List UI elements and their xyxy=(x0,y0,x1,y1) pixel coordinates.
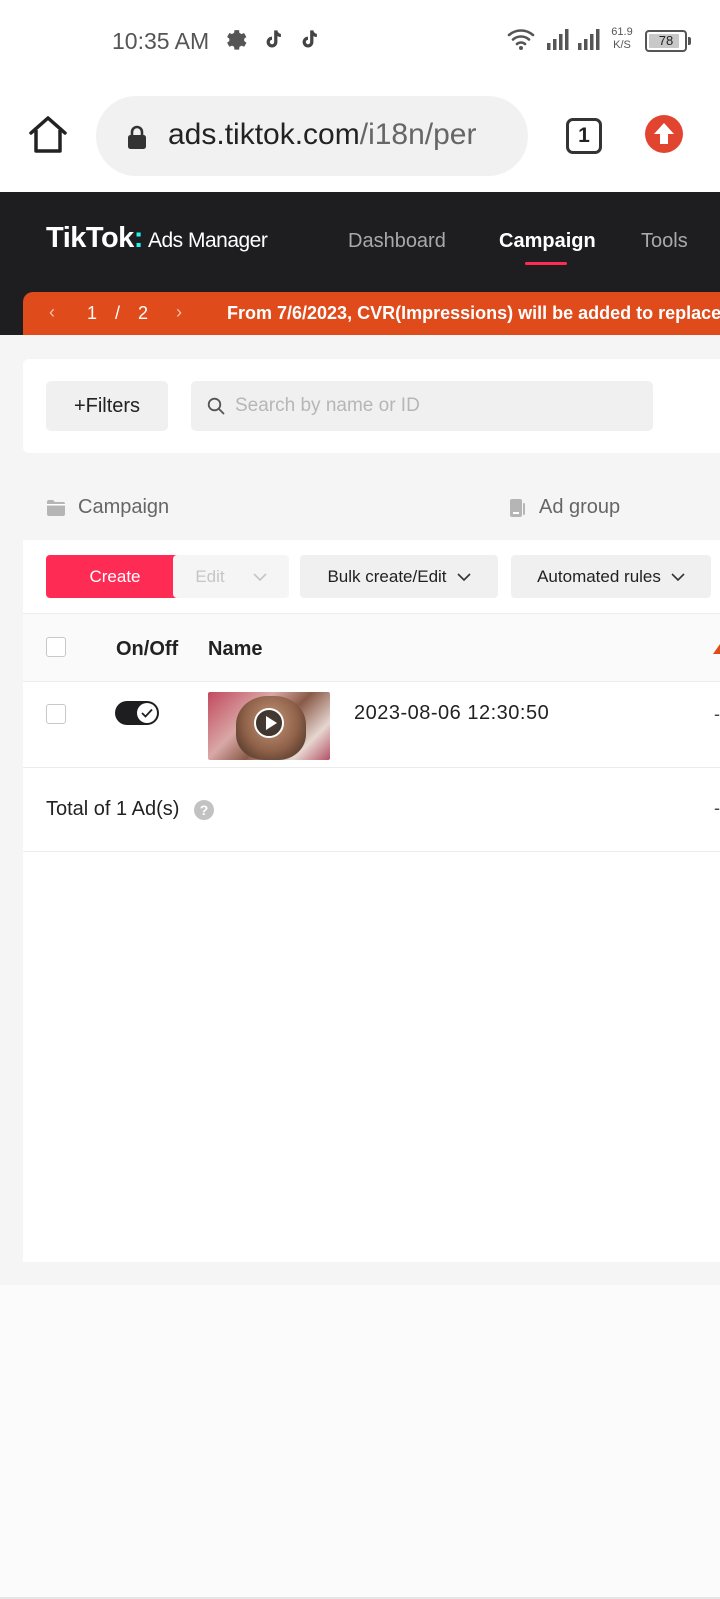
wifi-icon xyxy=(507,29,535,50)
battery-icon: 78 xyxy=(645,30,691,52)
column-on-off[interactable]: On/Off xyxy=(116,638,178,661)
browser-toolbar: ads.tiktok.com/i18n/per 1 xyxy=(0,82,720,192)
filter-bar: +Filters xyxy=(23,359,720,453)
column-name[interactable]: Name xyxy=(208,638,262,661)
url-text[interactable]: ads.tiktok.com/i18n/per xyxy=(168,118,476,152)
tab-switcher-button[interactable]: 1 xyxy=(566,118,602,154)
table-row[interactable]: 2023-08-06 12:30:50 - xyxy=(23,682,720,768)
signal-icon xyxy=(547,29,569,50)
status-time: 10:35 AM xyxy=(112,28,210,54)
banner-total-pages: 2 xyxy=(138,303,149,323)
active-nav-indicator xyxy=(525,262,567,265)
ads-table-card: Create Edit Bulk create/Edit Automated r… xyxy=(23,540,720,1262)
network-speed: 61.9 K/S xyxy=(611,26,633,51)
chevron-right-icon[interactable]: › xyxy=(176,302,182,323)
row-checkbox[interactable] xyxy=(46,704,66,724)
search-input[interactable] xyxy=(235,381,635,431)
chevron-down-icon xyxy=(456,572,471,581)
status-bar: 10:35 AM 61.9 K/S 78 xyxy=(0,0,720,82)
sort-indicator-icon[interactable] xyxy=(713,644,720,654)
help-icon[interactable]: ? xyxy=(194,800,214,820)
nav-campaign[interactable]: Campaign xyxy=(499,230,596,253)
signal-icon xyxy=(578,29,600,50)
announcement-banner: ‹ 1 / 2 › From 7/6/2023, CVR(Impressions… xyxy=(23,292,720,335)
banner-separator: / xyxy=(115,303,121,323)
level-tabs: Campaign Ad group xyxy=(0,480,720,540)
banner-message[interactable]: From 7/6/2023, CVR(Impressions) will be … xyxy=(227,303,720,324)
search-field[interactable] xyxy=(191,381,653,431)
chevron-down-icon xyxy=(253,572,267,581)
chevron-left-icon[interactable]: ‹ xyxy=(49,302,55,323)
bulk-create-edit-button[interactable]: Bulk create/Edit xyxy=(300,555,498,598)
tab-campaign[interactable]: Campaign xyxy=(46,496,169,519)
table-header: On/Off Name xyxy=(23,613,720,682)
ad-group-icon xyxy=(510,498,525,517)
nav-dashboard[interactable]: Dashboard xyxy=(348,230,446,253)
truncated-cell: - xyxy=(714,798,720,818)
nav-tools[interactable]: Tools xyxy=(641,230,688,253)
on-off-toggle[interactable] xyxy=(115,701,159,725)
check-icon xyxy=(141,708,153,718)
tab-ad-group[interactable]: Ad group xyxy=(507,496,620,519)
filters-button[interactable]: +Filters xyxy=(46,381,168,431)
banner-current-page: 1 xyxy=(87,303,98,323)
lock-icon xyxy=(128,125,146,149)
select-all-checkbox[interactable] xyxy=(46,637,66,657)
total-count: Total of 1 Ad(s) xyxy=(46,798,180,820)
tiktok-logo[interactable]: TikTok: Ads Manager xyxy=(46,222,268,255)
edit-button[interactable]: Edit xyxy=(173,555,289,598)
play-icon[interactable] xyxy=(254,708,284,738)
address-bar[interactable]: ads.tiktok.com/i18n/per xyxy=(96,96,528,176)
arrow-up-icon xyxy=(654,123,674,144)
update-button[interactable] xyxy=(645,115,683,153)
folder-icon xyxy=(47,499,65,516)
home-icon[interactable] xyxy=(26,112,70,156)
create-button[interactable]: Create xyxy=(46,555,184,598)
tiktok-icon xyxy=(302,30,317,48)
battery-level: 78 xyxy=(658,33,674,48)
settings-icon xyxy=(227,30,247,50)
ad-video-thumbnail[interactable] xyxy=(208,692,330,760)
automated-rules-button[interactable]: Automated rules xyxy=(511,555,711,598)
tiktok-icon xyxy=(266,30,281,48)
ad-name[interactable]: 2023-08-06 12:30:50 xyxy=(354,702,549,725)
toggle-knob xyxy=(137,703,157,723)
search-icon xyxy=(207,397,225,415)
truncated-cell: - xyxy=(714,704,720,724)
chevron-down-icon xyxy=(671,572,685,581)
total-row: Total of 1 Ad(s) ? - xyxy=(23,768,720,852)
